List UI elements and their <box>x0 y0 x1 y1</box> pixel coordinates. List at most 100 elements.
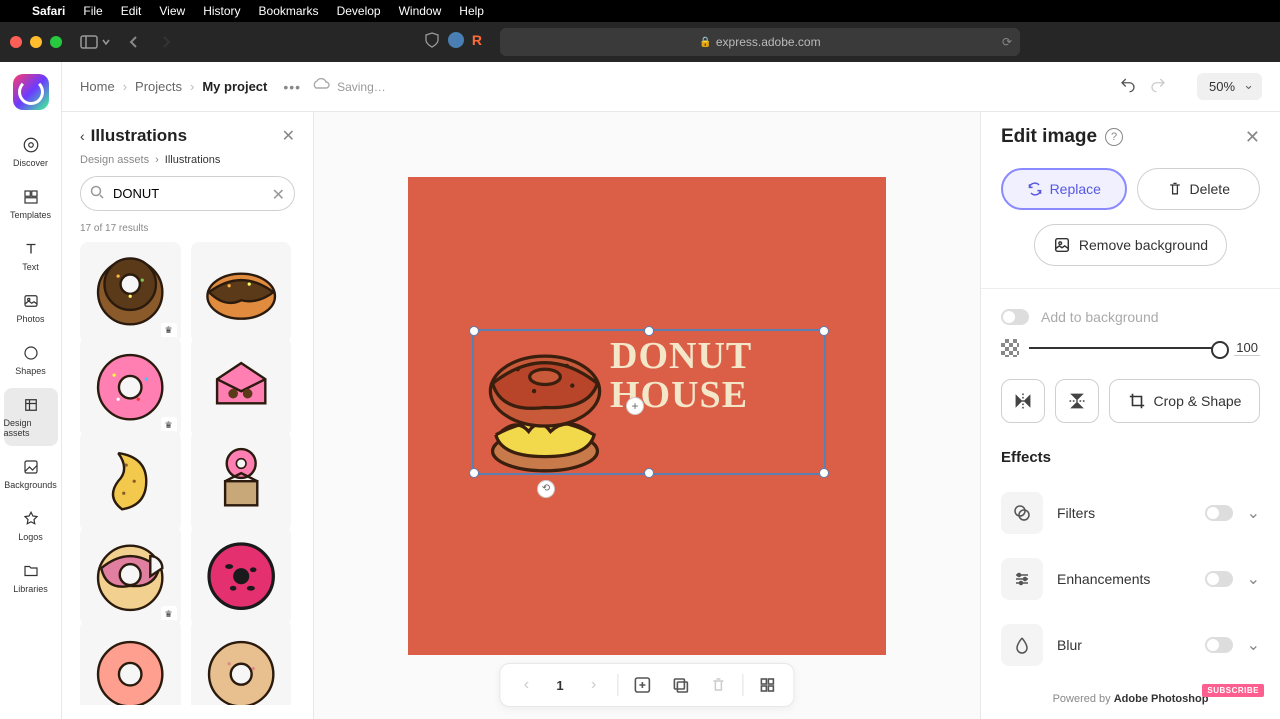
minimize-window-button[interactable] <box>30 36 42 48</box>
selected-image-box[interactable]: DONUT HOUSE + ⟲ <box>472 329 826 475</box>
replace-button[interactable]: Replace <box>1001 168 1127 210</box>
prev-page-button[interactable]: ‹ <box>512 671 540 699</box>
extension-circle-icon[interactable] <box>448 32 464 48</box>
reload-icon[interactable]: ⟳ <box>1002 35 1012 49</box>
blur-toggle[interactable] <box>1205 637 1233 653</box>
close-window-button[interactable] <box>10 36 22 48</box>
resize-handle[interactable] <box>469 468 479 478</box>
extension-r-icon[interactable]: R <box>472 32 482 53</box>
illustration-thumb[interactable]: ♛ <box>80 526 181 627</box>
resize-handle[interactable] <box>469 326 479 336</box>
rail-logos[interactable]: Logos <box>4 502 58 550</box>
forward-button[interactable] <box>152 28 180 56</box>
redo-button[interactable] <box>1149 76 1167 97</box>
delete-button[interactable]: Delete <box>1137 168 1261 210</box>
illustration-thumb[interactable] <box>191 431 292 532</box>
back-chevron-icon[interactable]: ‹ <box>80 128 85 144</box>
rail-discover[interactable]: Discover <box>4 128 58 176</box>
menu-window[interactable]: Window <box>399 4 442 18</box>
menu-edit[interactable]: Edit <box>121 4 142 18</box>
safari-app-name[interactable]: Safari <box>32 4 65 18</box>
rail-templates[interactable]: Templates <box>4 180 58 228</box>
breadcrumb: Home › Projects › My project <box>80 79 267 94</box>
assets-bc-root[interactable]: Design assets <box>80 154 149 166</box>
assets-panel: ‹ Illustrations ✕ Design assets › Illust… <box>62 112 314 719</box>
flip-horizontal-button[interactable] <box>1001 379 1045 423</box>
next-page-button[interactable]: › <box>580 671 608 699</box>
effect-enhancements-row[interactable]: Enhancements ⌄ <box>1001 546 1260 612</box>
address-bar[interactable]: 🔒 express.adobe.com ⟳ <box>500 28 1020 56</box>
duplicate-page-button[interactable] <box>667 671 695 699</box>
illustration-thumb[interactable] <box>191 526 292 627</box>
undo-button[interactable] <box>1119 76 1137 97</box>
canvas-area[interactable]: DONUT HOUSE + ⟲ ‹ <box>314 112 980 719</box>
illustration-thumb[interactable] <box>191 337 292 438</box>
effect-blur-row[interactable]: Blur ⌄ <box>1001 612 1260 678</box>
menu-help[interactable]: Help <box>459 4 484 18</box>
menu-view[interactable]: View <box>159 4 185 18</box>
illustration-thumb[interactable] <box>80 431 181 532</box>
add-to-background-toggle[interactable] <box>1001 309 1029 325</box>
chevron-down-icon[interactable]: ⌄ <box>1247 635 1260 655</box>
rotate-handle-icon[interactable]: ⟲ <box>537 480 555 498</box>
crop-shape-button[interactable]: Crop & Shape <box>1109 379 1260 423</box>
rail-shapes[interactable]: Shapes <box>4 336 58 384</box>
menu-file[interactable]: File <box>83 4 102 18</box>
close-panel-icon[interactable]: ✕ <box>1245 127 1260 148</box>
illustration-thumb[interactable]: ♛ <box>80 242 181 343</box>
menu-history[interactable]: History <box>203 4 240 18</box>
cloud-sync-icon[interactable] <box>311 78 331 95</box>
crumb-projects[interactable]: Projects <box>135 79 182 94</box>
adobe-express-logo[interactable] <box>13 74 49 110</box>
resize-handle[interactable] <box>819 326 829 336</box>
crumb-home[interactable]: Home <box>80 79 115 94</box>
add-element-icon[interactable]: + <box>626 397 644 415</box>
more-icon[interactable]: ••• <box>283 79 301 95</box>
effect-filters-row[interactable]: Filters ⌄ <box>1001 480 1260 546</box>
opacity-slider[interactable] <box>1029 347 1224 349</box>
back-button[interactable] <box>120 28 148 56</box>
sidebar-toggle-icon[interactable] <box>80 35 110 49</box>
chevron-down-icon[interactable]: ⌄ <box>1247 503 1260 523</box>
close-panel-icon[interactable]: ✕ <box>282 126 295 146</box>
rail-photos[interactable]: Photos <box>4 284 58 332</box>
add-page-button[interactable] <box>629 671 657 699</box>
chevron-down-icon[interactable]: ⌄ <box>1247 569 1260 589</box>
menu-bookmarks[interactable]: Bookmarks <box>259 4 319 18</box>
zoom-select-wrap[interactable]: 50% <box>1197 73 1262 100</box>
filters-toggle[interactable] <box>1205 505 1233 521</box>
remove-background-button[interactable]: Remove background <box>1034 224 1227 266</box>
undo-redo <box>1119 76 1167 97</box>
resize-handle[interactable] <box>644 468 654 478</box>
maximize-window-button[interactable] <box>50 36 62 48</box>
rail-discover-label: Discover <box>13 158 48 168</box>
enhancements-toggle[interactable] <box>1205 571 1233 587</box>
menu-develop[interactable]: Develop <box>337 4 381 18</box>
delete-page-button[interactable] <box>705 671 733 699</box>
illustration-thumb[interactable]: ♛ <box>80 337 181 438</box>
grid-view-button[interactable] <box>754 671 782 699</box>
resize-handle[interactable] <box>644 326 654 336</box>
clear-search-icon[interactable]: ✕ <box>272 185 285 205</box>
url-text: express.adobe.com <box>716 35 821 49</box>
macos-menubar: Safari File Edit View History Bookmarks … <box>0 0 1280 22</box>
illustration-thumb[interactable] <box>191 620 292 705</box>
illustration-thumb[interactable] <box>191 242 292 343</box>
illustration-thumb[interactable] <box>80 620 181 705</box>
rail-text[interactable]: Text <box>4 232 58 280</box>
rail-backgrounds[interactable]: Backgrounds <box>4 450 58 498</box>
subscribe-badge[interactable]: SUBSCRIBE <box>1202 684 1264 697</box>
resize-handle[interactable] <box>819 468 829 478</box>
trash-icon <box>1167 181 1183 197</box>
help-icon[interactable]: ? <box>1105 128 1123 146</box>
flip-vertical-button[interactable] <box>1055 379 1099 423</box>
rail-design-assets[interactable]: Design assets <box>4 388 58 446</box>
search-input[interactable] <box>80 176 295 211</box>
shield-icon[interactable] <box>424 32 440 53</box>
opacity-value[interactable]: 100 <box>1234 340 1260 356</box>
rail-libraries[interactable]: Libraries <box>4 554 58 602</box>
artboard[interactable]: DONUT HOUSE + ⟲ <box>408 177 886 655</box>
crumb-current[interactable]: My project <box>202 79 267 94</box>
zoom-select[interactable]: 50% <box>1197 73 1262 100</box>
donut-stack-image[interactable] <box>479 331 611 473</box>
